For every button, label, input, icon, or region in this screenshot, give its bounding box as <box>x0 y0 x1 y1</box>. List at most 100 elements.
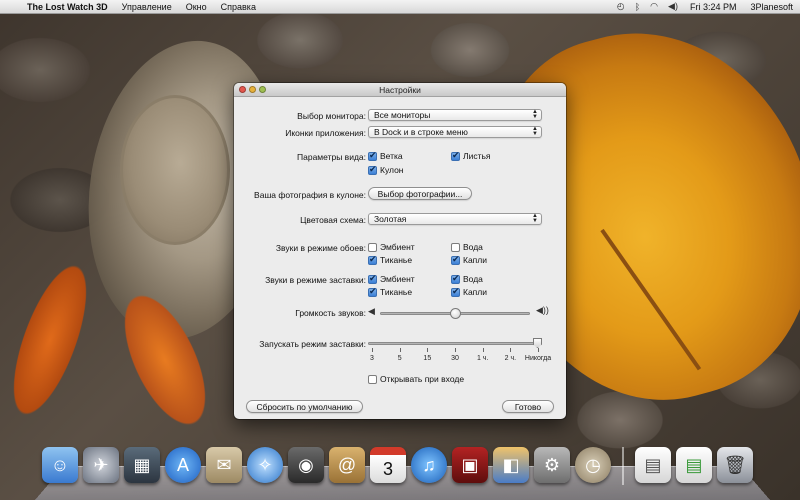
screensaver-slider-knob[interactable] <box>533 338 542 348</box>
screensaver-tick-mark <box>482 348 484 352</box>
app-icons-popup[interactable]: В Dock и в строке меню ▲ ▼ <box>368 126 542 138</box>
menu-bar: The Lost Watch 3D Управление Окно Справк… <box>0 0 800 14</box>
color-scheme-label: Цветовая схема: <box>300 215 366 225</box>
reset-defaults-button[interactable]: Сбросить по умолчанию <box>246 400 363 413</box>
screensaver-tick-label: Никогда <box>524 355 552 362</box>
saver-sounds-label: Звуки в режиме заставки: <box>265 275 366 285</box>
wifi-icon[interactable]: ◠ <box>645 1 663 12</box>
screensaver-tick-label: 5 <box>397 355 402 362</box>
checkbox-label: Ветка <box>380 151 403 161</box>
document-icon[interactable]: ▤ <box>635 447 671 483</box>
facetime-icon[interactable]: ◉ <box>288 447 324 483</box>
dock: ☺ ✈ ▦ A ✉ ✧ ◉ @ 3 ♫ ▣ ◧ ⚙ ◷ ▤ ▤ 🗑 <box>42 447 753 487</box>
photo-label: Ваша фотография в кулоне: <box>254 190 366 200</box>
screensaver-tick-mark <box>427 348 429 352</box>
wp-checkbox-water[interactable]: Вода <box>451 242 483 252</box>
screensaver-tick-mark <box>372 348 373 352</box>
checkbox-box <box>368 150 377 161</box>
time-machine-icon[interactable]: ◴ <box>612 1 630 12</box>
checkbox-box <box>368 273 377 284</box>
screensaver-tick-mark <box>455 348 456 352</box>
checkbox-pendant[interactable]: Кулон <box>368 164 404 175</box>
menu-window[interactable]: Окно <box>179 2 214 12</box>
checkbox-box <box>451 242 460 252</box>
ss-checkbox-ambient[interactable]: Эмбиент <box>368 273 415 284</box>
volume-low-icon: ◀ <box>368 306 375 316</box>
orange-leaf-decoration <box>0 245 109 435</box>
window-title: Настройки <box>379 84 421 95</box>
menu-help[interactable]: Справка <box>214 2 263 12</box>
mail-icon[interactable]: ✉ <box>206 447 242 483</box>
wallpaper-sounds-label: Звуки в режиме обоев: <box>275 243 366 253</box>
bluetooth-icon[interactable]: ᛒ <box>630 2 645 12</box>
dock-separator <box>622 447 624 485</box>
screensaver-tick-mark <box>538 348 539 352</box>
screensaver-tick-label: 15 <box>423 355 432 362</box>
itunes-icon[interactable]: ♫ <box>411 447 447 483</box>
mission-control-icon[interactable]: ▦ <box>124 447 160 483</box>
checkbox-label: Капли <box>463 255 487 265</box>
window-titlebar[interactable]: Настройки <box>234 83 566 97</box>
view-params-label: Параметры вида: <box>297 152 366 162</box>
wp-checkbox-drops[interactable]: Капли <box>451 254 487 265</box>
checkbox-box <box>368 242 377 252</box>
open-at-login-checkbox[interactable]: Открывать при входе <box>368 374 464 384</box>
volume-icon[interactable]: ◀) <box>663 1 683 12</box>
volume-label: Громкость звуков: <box>295 308 366 318</box>
safari-icon[interactable]: ✧ <box>247 447 283 483</box>
launchpad-icon[interactable]: ✈ <box>83 447 119 483</box>
choose-photo-button[interactable]: Выбор фотографии... <box>368 187 472 200</box>
menu-user[interactable]: 3Planesoft <box>743 2 800 12</box>
calendar-icon[interactable]: 3 <box>370 447 406 483</box>
checkbox-label: Капли <box>463 287 487 297</box>
checkbox-box <box>368 254 377 265</box>
screensaver-label: Запускать режим заставки: <box>259 339 366 349</box>
checkbox-label: Тиканье <box>380 255 413 265</box>
wp-checkbox-ticking[interactable]: Тиканье <box>368 254 413 265</box>
address-book-icon[interactable]: @ <box>329 447 365 483</box>
ss-checkbox-drops[interactable]: Капли <box>451 286 487 297</box>
screensaver-tick-mark <box>510 348 512 352</box>
popup-arrows-icon: ▲ ▼ <box>532 109 538 120</box>
screensaver-tick-mark <box>399 348 401 352</box>
volume-slider-knob[interactable] <box>450 308 461 319</box>
checkbox-box <box>451 273 460 284</box>
checkbox-box <box>451 254 460 265</box>
checkbox-label: Вода <box>463 242 483 252</box>
menu-clock[interactable]: Fri 3:24 PM <box>683 2 744 12</box>
popup-arrows-icon: ▲ ▼ <box>532 213 538 224</box>
ss-checkbox-ticking[interactable]: Тиканье <box>368 286 413 297</box>
checkbox-label: Листья <box>463 151 491 161</box>
trash-icon[interactable]: 🗑 <box>717 447 753 483</box>
photo-booth-icon[interactable]: ▣ <box>452 447 488 483</box>
popup-arrows-icon: ▲ ▼ <box>532 126 538 137</box>
screensaver-tick-label: 1 ч. <box>476 355 489 362</box>
lost-watch-icon[interactable]: ◷ <box>575 447 611 483</box>
screensaver-tick-label: 2 ч. <box>504 355 517 362</box>
menu-control[interactable]: Управление <box>115 2 179 12</box>
checkbox-label: Тиканье <box>380 287 413 297</box>
screensaver-tick-label: 30 <box>451 355 459 362</box>
monitor-popup[interactable]: Все мониторы ▲ ▼ <box>368 109 542 121</box>
checkbox-label: Эмбиент <box>380 274 415 284</box>
wp-checkbox-ambient[interactable]: Эмбиент <box>368 242 415 252</box>
finder-icon[interactable]: ☺ <box>42 447 78 483</box>
app-icons-value: В Dock и в строке меню <box>374 127 468 137</box>
preferences-window: Настройки Выбор монитора: Все мониторы ▲… <box>234 83 566 419</box>
app-store-icon[interactable]: A <box>165 447 201 483</box>
color-scheme-popup[interactable]: Золотая ▲ ▼ <box>368 213 542 225</box>
document-icon-2[interactable]: ▤ <box>676 447 712 483</box>
volume-high-icon: ◀)) <box>536 305 549 315</box>
screensaver-slider-track[interactable] <box>368 342 540 345</box>
ss-checkbox-water[interactable]: Вода <box>451 273 483 284</box>
iphoto-icon[interactable]: ◧ <box>493 447 529 483</box>
checkbox-branch[interactable]: Ветка <box>368 150 403 161</box>
menu-app-name[interactable]: The Lost Watch 3D <box>20 2 115 12</box>
checkbox-leaves[interactable]: Листья <box>451 150 491 161</box>
checkbox-box <box>368 286 377 297</box>
checkbox-label: Кулон <box>380 165 404 175</box>
checkbox-label: Открывать при входе <box>380 374 465 384</box>
checkbox-label: Вода <box>463 274 483 284</box>
done-button[interactable]: Готово <box>502 400 554 413</box>
system-preferences-icon[interactable]: ⚙ <box>534 447 570 483</box>
